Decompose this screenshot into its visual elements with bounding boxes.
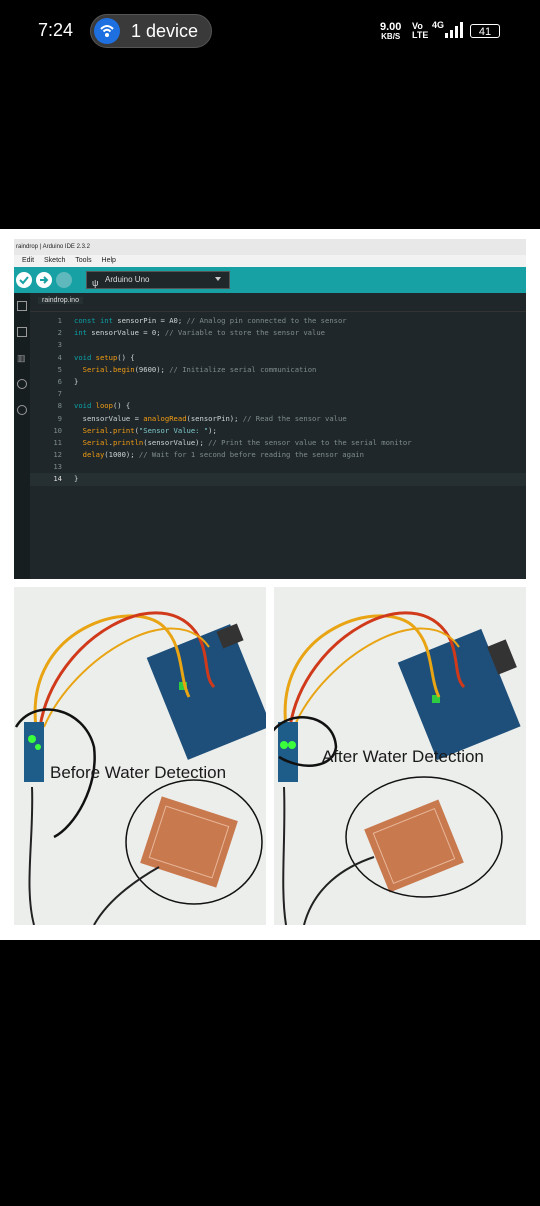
code-line: 5 Serial.begin(9600); // Initialize seri… xyxy=(30,364,526,376)
caption-after: After Water Detection xyxy=(322,747,484,766)
verify-icon xyxy=(16,272,32,288)
tab-file-name: raindrop.ino xyxy=(38,297,83,304)
line-number: 11 xyxy=(53,437,62,447)
code-line: 13 xyxy=(30,461,526,473)
line-number: 13 xyxy=(53,462,62,472)
code-line: 12 delay(1000); // Wait for 1 second bef… xyxy=(30,449,526,461)
line-number: 7 xyxy=(57,389,62,399)
device-count-label: 1 device xyxy=(131,21,199,41)
battery-level: 41 xyxy=(478,26,492,38)
board-manager-icon xyxy=(17,327,27,337)
code-line: 4 void setup() { xyxy=(30,352,526,364)
search-icon xyxy=(17,405,27,415)
menu-tools: Tools xyxy=(75,257,92,264)
code-line: 7 xyxy=(30,388,526,400)
ide-menubar: Edit Sketch Tools Help xyxy=(14,255,526,267)
ide-toolbar: ψ Arduino Uno xyxy=(14,267,526,293)
code-line: 8 void loop() { xyxy=(30,400,526,412)
line-number: 8 xyxy=(57,401,62,411)
line-number: 5 xyxy=(57,364,62,374)
upload-icon xyxy=(36,272,52,288)
line-number: 4 xyxy=(57,352,62,362)
line-number: 2 xyxy=(57,328,62,338)
status-time: 7:24 xyxy=(38,20,74,40)
line-number: 9 xyxy=(57,413,62,423)
code-line: 9 sensorValue = analogRead(sensorPin); /… xyxy=(30,413,526,425)
connected-devices-pill[interactable]: 1 device xyxy=(90,14,212,48)
chevron-down-icon xyxy=(215,277,221,281)
menu-edit: Edit xyxy=(22,257,35,264)
network-type: 4G xyxy=(432,20,445,30)
before-photo-illustration xyxy=(14,587,266,925)
line-number: 14 xyxy=(53,474,62,484)
debug-side-icon xyxy=(17,379,27,389)
signal-icon xyxy=(444,22,464,43)
line-number: 10 xyxy=(53,425,62,435)
code-editor: 1 const int sensorPin = A0; // Analog pin… xyxy=(30,315,526,579)
speed-unit: KB/S xyxy=(381,32,401,41)
viewed-image: raindrop | Arduino IDE 2.3.2 Edit Sketch… xyxy=(0,229,540,940)
board-name: Arduino Uno xyxy=(105,275,150,284)
code-line: 6} xyxy=(30,376,526,388)
lte-label: LTE xyxy=(412,30,429,40)
volte-indicator: Vo LTE xyxy=(412,22,428,40)
arduino-ide-screenshot: raindrop | Arduino IDE 2.3.2 Edit Sketch… xyxy=(14,239,526,579)
code-line: 14} xyxy=(30,473,526,486)
debug-icon xyxy=(56,272,72,288)
battery-icon: 41 xyxy=(470,24,500,38)
line-number: 1 xyxy=(57,316,62,325)
code-line: 10 Serial.print("Sensor Value: "); xyxy=(30,425,526,437)
photo-after-detection: After Water Detection xyxy=(274,587,526,925)
code-line: 1 const int sensorPin = A0; // Analog pin… xyxy=(30,315,526,327)
folder-icon xyxy=(17,301,27,311)
usb-icon: ψ xyxy=(92,278,99,288)
ide-sidebar: ▥ xyxy=(14,293,30,579)
line-number: 3 xyxy=(57,340,62,350)
menu-sketch: Sketch xyxy=(44,257,66,264)
library-icon: ▥ xyxy=(17,353,26,363)
photo-before-detection: Before Water Detection xyxy=(14,587,266,925)
status-bar: 7:24 1 device 9.00 KB/S Vo LTE 4G 41 xyxy=(0,0,540,62)
caption-before: Before Water Detection xyxy=(50,763,227,782)
line-number: 6 xyxy=(57,376,62,386)
line-number: 12 xyxy=(53,450,62,460)
network-speed: 9.00 KB/S xyxy=(380,22,401,42)
code-line: 3 xyxy=(30,339,526,351)
speed-value: 9.00 xyxy=(380,21,402,33)
menu-help: Help xyxy=(101,257,116,264)
board-selector: ψ Arduino Uno xyxy=(86,271,230,289)
ide-title: raindrop | Arduino IDE 2.3.2 xyxy=(14,239,526,255)
hotspot-icon xyxy=(94,18,120,44)
code-line: 2 int sensorValue = 0; // Variable to sto… xyxy=(30,327,526,339)
editor-tab: raindrop.ino xyxy=(30,293,526,312)
code-line: 11 Serial.println(sensorValue); // Print… xyxy=(30,437,526,449)
